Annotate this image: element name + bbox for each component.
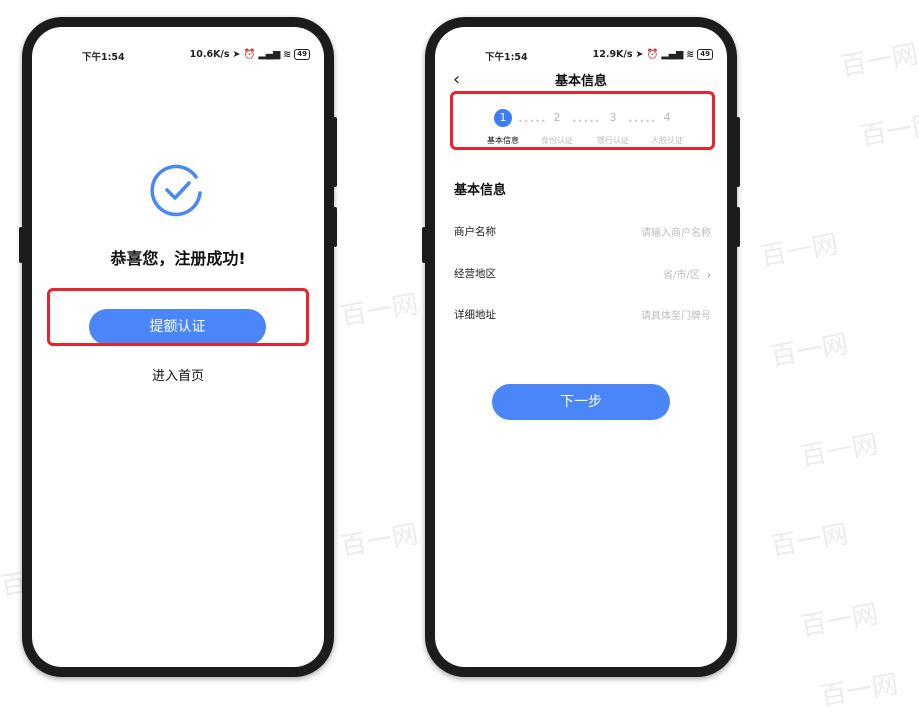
- highlight-box: [47, 288, 309, 346]
- success-title: 恭喜您，注册成功!: [110, 249, 246, 268]
- watermark: 百一网: [768, 329, 851, 373]
- field-label: 商户名称: [454, 226, 496, 238]
- watermark: 百一网: [338, 519, 421, 563]
- watermark: 百一网: [338, 289, 421, 333]
- section-title: 基本信息: [454, 183, 507, 198]
- page-title: 基本信息: [554, 74, 607, 89]
- enter-home-link[interactable]: 进入首页: [32, 365, 324, 384]
- field-label: 经营地区: [454, 268, 496, 280]
- alarm-icon: ⏰: [646, 49, 659, 60]
- signal-icon: ▂▄▆: [258, 49, 281, 60]
- alarm-icon: ⏰: [243, 49, 256, 60]
- battery-icon: 49: [697, 49, 713, 60]
- watermark: 百一网: [858, 109, 919, 153]
- battery-icon: 49: [294, 49, 310, 60]
- watermark: 百一网: [758, 229, 841, 273]
- status-time: 下午1:54: [485, 52, 528, 63]
- field-label: 详细地址: [454, 309, 496, 321]
- chevron-right-icon: ›: [707, 270, 711, 281]
- address-input[interactable]: 请具体至门牌号: [641, 307, 711, 322]
- form-row-region[interactable]: 经营地区 省/市/区 ›: [454, 266, 711, 286]
- wifi-icon: ≋: [686, 49, 695, 60]
- watermark: 百一网: [768, 519, 851, 563]
- status-time: 下午1:54: [82, 52, 125, 63]
- highlight-box: [450, 91, 715, 150]
- signal-icon: ▂▄▆: [661, 49, 684, 60]
- wifi-icon: ≋: [283, 49, 292, 60]
- merchant-name-input[interactable]: 请输入商户名称: [641, 224, 711, 239]
- next-step-button[interactable]: 下一步: [492, 384, 670, 420]
- phone-left: 下午1:54 10.6K/s ➤ ⏰ ▂▄▆ ≋ 49 恭喜您，注册成功! 提额…: [19, 17, 337, 677]
- watermark: 百一网: [838, 39, 919, 83]
- watermark: 百一网: [798, 429, 881, 473]
- network-speed: 10.6K/s: [189, 49, 230, 60]
- watermark: 百一网: [818, 669, 901, 713]
- location-icon: ➤: [635, 49, 644, 60]
- region-placeholder: 省/市/区: [663, 270, 700, 281]
- screen: 下午1:54 10.6K/s ➤ ⏰ ▂▄▆ ≋ 49 恭喜您，注册成功! 提额…: [32, 27, 324, 667]
- watermark: 百一网: [798, 599, 881, 643]
- status-bar: 下午1:54 10.6K/s ➤ ⏰ ▂▄▆ ≋ 49: [32, 49, 324, 63]
- form-row-address[interactable]: 详细地址 请具体至门牌号: [454, 307, 711, 327]
- success-check-icon: [150, 161, 206, 217]
- form-row-merchant-name[interactable]: 商户名称 请输入商户名称: [454, 224, 711, 244]
- region-select[interactable]: 省/市/区 ›: [663, 266, 711, 281]
- location-icon: ➤: [232, 49, 241, 60]
- network-speed: 12.9K/s: [592, 49, 633, 60]
- status-bar: 下午1:54 12.9K/s ➤ ⏰ ▂▄▆ ≋ 49: [435, 49, 727, 63]
